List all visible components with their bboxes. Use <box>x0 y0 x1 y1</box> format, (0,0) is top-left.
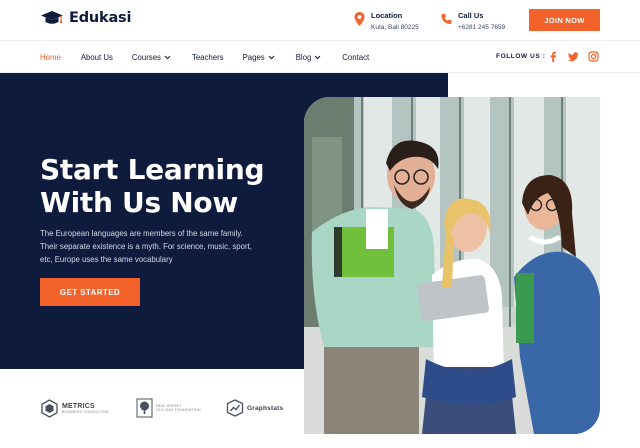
students-illustration <box>304 97 600 434</box>
oak-tree-logo-icon <box>136 398 153 418</box>
nav-home[interactable]: Home <box>40 53 61 62</box>
main-nav: Home About Us Courses Teachers Pages Blo… <box>0 40 640 73</box>
call-info: Call Us +6281 245 7659 <box>441 11 505 33</box>
nav-item-label: Teachers <box>191 52 224 62</box>
partner-new-jersey: NEW JERSEY OLD OAK FOUNDATION <box>136 398 201 418</box>
nav-contact[interactable]: Contact <box>342 53 369 62</box>
chevron-down-icon <box>268 55 275 59</box>
partner-tagline: BUSINESS CONSULTING <box>62 410 110 414</box>
twitter-icon[interactable] <box>568 51 579 62</box>
metrics-logo-icon <box>41 399 58 418</box>
nav-item-label: Contact <box>342 52 370 62</box>
map-pin-icon <box>354 12 365 26</box>
hero-title-line-2: With Us Now <box>40 186 238 219</box>
top-header: Edukasi Location Kuta, Bali 80225 Call U… <box>0 0 640 40</box>
chevron-down-icon <box>314 55 321 59</box>
nav-item-label: Courses <box>131 52 161 62</box>
partner-graphstats: Graphstats <box>226 399 283 417</box>
brand-logo[interactable]: Edukasi <box>40 10 131 26</box>
nav-courses[interactable]: Courses <box>132 53 171 62</box>
call-title: Call Us <box>458 11 484 20</box>
nav-links: Home About Us Courses Teachers Pages Blo… <box>40 41 369 73</box>
hero-photo-students <box>304 97 600 434</box>
chevron-down-icon <box>164 55 171 59</box>
hero-title: Start Learning With Us Now <box>40 153 265 219</box>
get-started-button[interactable]: GET STARTED <box>40 278 140 306</box>
follow-us-label: FOLLOW US : <box>496 53 546 60</box>
nav-pages[interactable]: Pages <box>243 53 275 62</box>
location-info: Location Kuta, Bali 80225 <box>354 11 419 33</box>
facebook-icon[interactable] <box>548 51 559 62</box>
hero-title-line-1: Start Learning <box>40 153 265 186</box>
nav-item-label: Home <box>40 52 61 62</box>
partner-logos: METRICS BUSINESS CONSULTING NEW JERSEY O… <box>0 369 304 448</box>
nav-about[interactable]: About Us <box>81 53 113 62</box>
nav-teachers[interactable]: Teachers <box>192 53 224 62</box>
partner-tagline: OLD OAK FOUNDATION <box>156 408 201 412</box>
hero-description: The European languages are members of th… <box>40 229 252 264</box>
location-title: Location <box>371 11 403 20</box>
nav-item-label: About Us <box>80 52 113 62</box>
nav-item-label: Blog <box>295 52 312 62</box>
graphstats-logo-icon <box>226 399 244 417</box>
nav-blog[interactable]: Blog <box>296 53 322 62</box>
brand-name: Edukasi <box>69 10 132 26</box>
instagram-icon[interactable] <box>588 51 599 62</box>
partner-name: METRICS <box>62 403 95 410</box>
call-value[interactable]: +6281 245 7659 <box>458 23 505 33</box>
partner-metrics: METRICS BUSINESS CONSULTING <box>40 399 109 418</box>
graduation-cap-icon <box>41 11 63 24</box>
partner-name: Graphstats <box>247 404 284 412</box>
location-value: Kuta, Bali 80225 <box>371 24 419 31</box>
join-now-button[interactable]: JOIN NOW <box>529 9 600 31</box>
phone-icon <box>441 13 452 25</box>
nav-item-label: Pages <box>242 52 265 62</box>
